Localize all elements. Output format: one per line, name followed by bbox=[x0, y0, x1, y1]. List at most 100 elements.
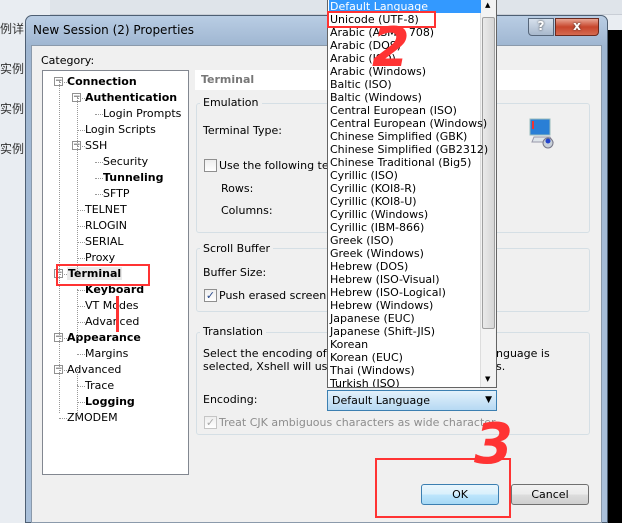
encoding-option[interactable]: Cyrillic (KOI8-U) bbox=[329, 195, 481, 208]
background-edge bbox=[606, 30, 622, 523]
tree-connector bbox=[77, 369, 78, 385]
encoding-option[interactable]: Hebrew (DOS) bbox=[329, 260, 481, 273]
translation-description: nguage is bbox=[496, 347, 550, 360]
encoding-option[interactable]: Japanese (Shift-JIS) bbox=[329, 325, 481, 338]
tree-connector bbox=[59, 370, 67, 371]
encoding-option[interactable]: Greek (Windows) bbox=[329, 247, 481, 260]
encoding-option[interactable]: Chinese Traditional (Big5) bbox=[329, 156, 481, 169]
annotation-step-3: 3 bbox=[474, 412, 513, 477]
chevron-down-icon: ▼ bbox=[485, 395, 492, 405]
tree-connector bbox=[59, 81, 60, 413]
tree-item[interactable]: Tunneling bbox=[103, 171, 164, 184]
tree-connector bbox=[59, 82, 67, 83]
encoding-option[interactable]: Hebrew (Windows) bbox=[329, 299, 481, 312]
scroll-up-icon[interactable]: ▲ bbox=[485, 1, 490, 9]
encoding-option[interactable]: Greek (ISO) bbox=[329, 234, 481, 247]
encoding-option[interactable]: Hebrew (ISO-Visual) bbox=[329, 273, 481, 286]
background-text: 实例 bbox=[0, 142, 25, 156]
treat-cjk-checkbox[interactable]: ✓ bbox=[204, 416, 217, 429]
tree-connector bbox=[95, 162, 103, 163]
tree-item[interactable]: SSH bbox=[85, 139, 107, 152]
tree-item[interactable]: Margins bbox=[85, 347, 128, 360]
annotation-step-2: 2 bbox=[372, 16, 410, 79]
encoding-dropdown-list[interactable]: ▲ ▼ Default Language Unicode (UTF-8) Arabi… bbox=[327, 0, 497, 388]
dropdown-scrollbar[interactable]: ▲ ▼ bbox=[480, 0, 496, 387]
tree-connector bbox=[77, 386, 85, 387]
tree-item[interactable]: Proxy bbox=[85, 251, 115, 264]
tree-item[interactable]: Advanced bbox=[67, 363, 121, 376]
encoding-option[interactable]: Central European (Windows) bbox=[329, 117, 487, 130]
tree-item[interactable]: ZMODEM bbox=[67, 411, 118, 424]
tree-connector bbox=[77, 146, 85, 147]
emulation-group-label: Emulation bbox=[200, 96, 262, 109]
tree-connector bbox=[77, 98, 85, 99]
tree-item[interactable]: Login Scripts bbox=[85, 123, 156, 136]
use-following-checkbox[interactable] bbox=[204, 159, 217, 172]
encoding-option[interactable]: Baltic (Windows) bbox=[329, 91, 481, 104]
cancel-button[interactable]: Cancel bbox=[511, 484, 589, 505]
tree-connector bbox=[77, 130, 85, 131]
tree-item[interactable]: Authentication bbox=[85, 91, 177, 104]
encoding-option[interactable]: Baltic (ISO) bbox=[329, 78, 481, 91]
tree-item[interactable]: TELNET bbox=[85, 203, 127, 216]
encoding-option[interactable]: Cyrillic (ISO) bbox=[329, 169, 481, 182]
translation-description: s. bbox=[496, 360, 506, 373]
tree-connector bbox=[77, 226, 85, 227]
encoding-option[interactable]: Turkish (ISO) bbox=[329, 377, 481, 387]
columns-label: Columns: bbox=[221, 204, 273, 217]
tree-item[interactable]: RLOGIN bbox=[85, 219, 127, 232]
tree-connector bbox=[77, 242, 85, 243]
treat-cjk-label: Treat CJK ambiguous characters as wide c… bbox=[219, 416, 496, 429]
annotation-line bbox=[116, 296, 119, 332]
help-button[interactable]: ? bbox=[528, 18, 554, 36]
tree-item[interactable]: Appearance bbox=[67, 331, 141, 344]
tree-item[interactable]: Trace bbox=[85, 379, 114, 392]
tree-connector bbox=[77, 385, 78, 417]
terminal-type-label: Terminal Type: bbox=[203, 124, 282, 137]
encoding-select[interactable]: Default Language ▼ bbox=[327, 390, 497, 411]
encoding-option[interactable]: Chinese Simplified (GBK) bbox=[329, 130, 481, 143]
encoding-option[interactable]: Korean (EUC) bbox=[329, 351, 481, 364]
encoding-option[interactable]: Cyrillic (IBM-866) bbox=[329, 221, 481, 234]
tree-connector bbox=[77, 145, 78, 193]
tree-connector bbox=[59, 418, 67, 419]
scroll-down-icon[interactable]: ▼ bbox=[485, 375, 490, 383]
encoding-option[interactable]: Cyrillic (Windows) bbox=[329, 208, 481, 221]
encoding-label: Encoding: bbox=[203, 393, 258, 406]
encoding-option[interactable]: Hebrew (ISO-Logical) bbox=[329, 286, 481, 299]
tree-connector bbox=[59, 338, 67, 339]
category-label: Category: bbox=[41, 54, 95, 67]
push-erased-checkbox[interactable]: ✓ bbox=[204, 289, 217, 302]
dialog-title: New Session (2) Properties bbox=[33, 23, 195, 37]
encoding-option[interactable]: Chinese Simplified (GB2312) bbox=[329, 143, 488, 156]
tree-connector bbox=[77, 210, 85, 211]
tree-connector bbox=[77, 289, 78, 337]
encoding-option[interactable]: Korean bbox=[329, 338, 481, 351]
translation-group-label: Translation bbox=[200, 325, 266, 338]
annotation-box-terminal bbox=[56, 264, 150, 286]
encoding-option[interactable]: Japanese (EUC) bbox=[329, 312, 481, 325]
buffer-size-label: Buffer Size: bbox=[203, 266, 267, 279]
tree-item[interactable]: SERIAL bbox=[85, 235, 123, 248]
close-button[interactable]: x bbox=[555, 18, 599, 36]
tree-connector bbox=[95, 178, 103, 179]
scrollbar-thumb[interactable] bbox=[482, 17, 495, 329]
tree-item[interactable]: Connection bbox=[67, 75, 137, 88]
scroll-buffer-group-label: Scroll Buffer bbox=[200, 242, 274, 255]
background-text: 实例 bbox=[0, 62, 25, 76]
tree-item[interactable]: Logging bbox=[85, 395, 135, 408]
tree-item[interactable]: Login Prompts bbox=[103, 107, 181, 120]
tree-connector bbox=[77, 258, 85, 259]
push-erased-label: Push erased screen int bbox=[219, 289, 345, 302]
tree-item[interactable]: VT Modes bbox=[85, 299, 138, 312]
tree-connector bbox=[77, 290, 85, 291]
tree-item[interactable]: Advanced bbox=[85, 315, 139, 328]
tree-item[interactable]: SFTP bbox=[103, 187, 129, 200]
encoding-option[interactable]: Cyrillic (KOI8-R) bbox=[329, 182, 481, 195]
tree-connector bbox=[77, 322, 85, 323]
encoding-option[interactable]: Central European (ISO) bbox=[329, 104, 481, 117]
tree-item[interactable]: Security bbox=[103, 155, 148, 168]
tree-connector bbox=[77, 402, 85, 403]
encoding-option[interactable]: Thai (Windows) bbox=[329, 364, 481, 377]
background-text: 实例 bbox=[0, 102, 25, 116]
